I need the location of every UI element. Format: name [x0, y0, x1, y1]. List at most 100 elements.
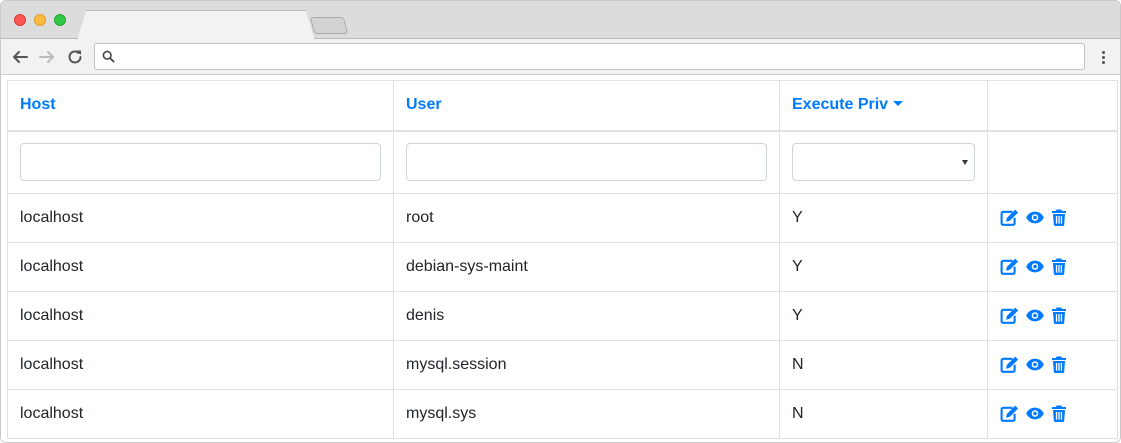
filter-cell-execute-priv: [779, 130, 988, 194]
new-tab-button[interactable]: [309, 17, 349, 34]
cell-actions: [987, 389, 1118, 439]
filter-cell-host: [7, 130, 394, 194]
view-button[interactable]: [1026, 358, 1045, 371]
edit-button[interactable]: [1000, 356, 1019, 374]
host-filter-input[interactable]: [20, 143, 381, 182]
menu-dot: [1101, 55, 1105, 59]
user-filter-input[interactable]: [406, 143, 767, 182]
edit-icon: [1000, 405, 1019, 423]
minimize-window-button[interactable]: [34, 14, 46, 26]
filter-cell-user: [393, 130, 780, 194]
edit-button[interactable]: [1000, 258, 1019, 276]
filter-cell-actions: [987, 130, 1118, 194]
user-value: debian-sys-maint: [406, 258, 528, 275]
browser-toolbar: [1, 39, 1120, 75]
menu-dot: [1101, 60, 1105, 64]
execute-priv-value: N: [792, 405, 804, 422]
cell-user: debian-sys-maint: [393, 242, 780, 292]
trash-icon: [1051, 405, 1066, 423]
delete-button[interactable]: [1051, 209, 1066, 227]
address-input[interactable]: [121, 46, 1076, 67]
delete-button[interactable]: [1051, 258, 1066, 276]
view-button[interactable]: [1026, 260, 1045, 273]
edit-button[interactable]: [1000, 307, 1019, 325]
cell-actions: [987, 193, 1118, 243]
eye-icon: [1026, 309, 1045, 322]
user-value: denis: [406, 307, 445, 324]
host-value: localhost: [20, 405, 84, 422]
cell-user: mysql.sys: [393, 389, 780, 439]
browser-tab-active[interactable]: [77, 10, 315, 40]
eye-icon: [1026, 358, 1045, 371]
close-window-button[interactable]: [14, 14, 26, 26]
table-body: localhost root Y localhost debian-sys-ma…: [7, 193, 1118, 439]
view-button[interactable]: [1026, 407, 1045, 420]
table-row: localhost debian-sys-maint Y: [7, 242, 1118, 292]
cell-actions: [987, 242, 1118, 292]
dropdown-arrow-icon: [962, 160, 968, 166]
delete-button[interactable]: [1051, 356, 1066, 374]
table-row: localhost denis Y: [7, 291, 1118, 341]
edit-button[interactable]: [1000, 209, 1019, 227]
page-content: Host User Execute Priv localhost root Y …: [1, 76, 1120, 442]
delete-button[interactable]: [1051, 405, 1066, 423]
cell-user: denis: [393, 291, 780, 341]
eye-icon: [1026, 211, 1045, 224]
address-bar[interactable]: [94, 43, 1085, 70]
column-header-host[interactable]: Host: [7, 80, 394, 132]
trash-icon: [1051, 307, 1066, 325]
arrow-left-icon: [13, 51, 28, 63]
column-header-actions: [987, 80, 1118, 132]
user-value: mysql.session: [406, 356, 507, 373]
maximize-window-button[interactable]: [54, 14, 66, 26]
view-button[interactable]: [1026, 211, 1045, 224]
delete-button[interactable]: [1051, 307, 1066, 325]
users-table: Host User Execute Priv localhost root Y …: [7, 80, 1118, 439]
cell-execute-priv: Y: [779, 291, 988, 341]
menu-dot: [1101, 50, 1105, 54]
host-value: localhost: [20, 209, 84, 226]
cell-actions: [987, 340, 1118, 390]
browser-menu-button[interactable]: [1097, 47, 1109, 67]
execute-priv-value: Y: [792, 209, 803, 226]
host-value: localhost: [20, 307, 84, 324]
host-value: localhost: [20, 356, 84, 373]
cell-execute-priv: Y: [779, 242, 988, 292]
column-header-label: User: [406, 96, 442, 114]
column-header-execute-priv[interactable]: Execute Priv: [779, 80, 988, 132]
cell-execute-priv: N: [779, 389, 988, 439]
cell-user: root: [393, 193, 780, 243]
search-icon: [102, 50, 115, 63]
cell-host: localhost: [7, 193, 394, 243]
user-value: mysql.sys: [406, 405, 477, 422]
execute-priv-value: N: [792, 356, 804, 373]
table-row: localhost root Y: [7, 193, 1118, 243]
cell-actions: [987, 291, 1118, 341]
column-header-user[interactable]: User: [393, 80, 780, 132]
column-header-label: Host: [20, 96, 56, 114]
table-row: localhost mysql.sys N: [7, 389, 1118, 439]
eye-icon: [1026, 260, 1045, 273]
trash-icon: [1051, 356, 1066, 374]
cell-host: localhost: [7, 242, 394, 292]
edit-icon: [1000, 209, 1019, 227]
trash-icon: [1051, 258, 1066, 276]
host-value: localhost: [20, 258, 84, 275]
reload-button[interactable]: [65, 47, 85, 67]
column-header-label: Execute Priv: [792, 96, 889, 114]
edit-icon: [1000, 258, 1019, 276]
cell-host: localhost: [7, 389, 394, 439]
filter-row: [7, 130, 1118, 194]
view-button[interactable]: [1026, 309, 1045, 322]
edit-button[interactable]: [1000, 405, 1019, 423]
cell-host: localhost: [7, 291, 394, 341]
browser-window: Host User Execute Priv localhost root Y …: [0, 0, 1121, 443]
execute-priv-filter-select[interactable]: [792, 143, 975, 182]
execute-priv-value: Y: [792, 307, 803, 324]
title-bar: [1, 1, 1120, 40]
forward-button[interactable]: [37, 47, 57, 67]
arrow-right-icon: [39, 51, 54, 63]
edit-icon: [1000, 356, 1019, 374]
table-row: localhost mysql.session N: [7, 340, 1118, 390]
back-button[interactable]: [10, 47, 30, 67]
